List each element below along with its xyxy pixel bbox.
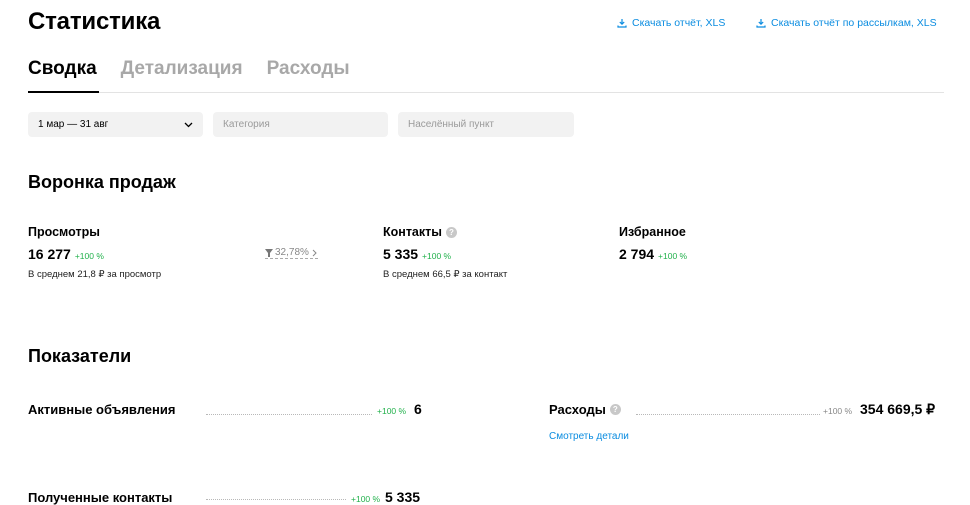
page-title: Статистика	[28, 8, 161, 35]
active-tab-indicator	[28, 91, 99, 93]
favorites-label: Избранное	[619, 225, 686, 239]
period-select[interactable]: 1 мар — 31 авг	[28, 112, 203, 137]
active-ads-label: Активные объявления	[28, 402, 176, 417]
funnel-icon	[265, 248, 273, 257]
view-details-link[interactable]: Смотреть детали	[549, 431, 629, 442]
funnel-title: Воронка продаж	[28, 172, 176, 192]
download-report-link[interactable]: Скачать отчёт, XLS	[617, 17, 725, 29]
views-change: +100 %	[74, 251, 104, 261]
favorites-value: 2 794	[619, 246, 655, 262]
expenses-change: +100 %	[823, 406, 853, 416]
tabs-divider	[28, 92, 944, 93]
views-average: В среднем 21,8 ₽ за просмотр	[28, 269, 162, 280]
locality-input[interactable]: Населённый пункт	[398, 112, 574, 137]
tab-expenses[interactable]: Расходы	[267, 58, 350, 80]
chevron-right-icon	[312, 249, 317, 256]
download-mailing-report-label: Скачать отчёт по рассылкам, XLS	[771, 17, 937, 29]
dotted-leader	[636, 414, 820, 415]
contacts-average: В среднем 66,5 ₽ за контакт	[383, 269, 508, 280]
active-ads-change: +100 %	[377, 406, 407, 416]
download-report-label: Скачать отчёт, XLS	[632, 17, 726, 29]
help-icon[interactable]: ?	[609, 404, 621, 415]
dotted-leader	[206, 414, 372, 415]
contacts-value-row: 5 335 +100 %	[383, 246, 451, 262]
favorites-change: +100 %	[658, 251, 688, 261]
tab-summary[interactable]: Сводка	[28, 58, 97, 80]
tab-details[interactable]: Детализация	[121, 58, 243, 80]
views-value-row: 16 277 +100 %	[28, 246, 104, 262]
expenses-label: Расходы	[549, 402, 606, 417]
period-select-value: 1 мар — 31 авг	[38, 119, 109, 130]
contacts-label: Контакты	[383, 225, 442, 239]
download-mailing-report-link[interactable]: Скачать отчёт по рассылкам, XLS	[756, 17, 937, 29]
category-input[interactable]: Категория	[213, 112, 388, 137]
chevron-down-icon	[184, 122, 193, 127]
expenses-value: 354 669,5 ₽	[860, 401, 936, 417]
received-contacts-value: 5 335	[385, 489, 421, 505]
contacts-change: +100 %	[422, 251, 452, 261]
contacts-value: 5 335	[383, 246, 419, 262]
active-ads-value: 6	[414, 401, 422, 417]
received-contacts-label: Полученные контакты	[28, 490, 173, 505]
download-icon	[756, 19, 766, 28]
conversion-value: 32,78%	[275, 247, 309, 258]
conversion-link[interactable]: 32,78%	[265, 247, 318, 259]
received-contacts-change: +100 %	[351, 494, 381, 504]
indicators-title: Показатели	[28, 346, 132, 366]
download-icon	[617, 19, 627, 28]
views-value: 16 277	[28, 246, 71, 262]
expenses-label-row: Расходы ?	[549, 402, 621, 417]
help-icon[interactable]: ?	[445, 226, 457, 238]
favorites-value-row: 2 794 +100 %	[619, 246, 687, 262]
views-label: Просмотры	[28, 225, 100, 239]
contacts-label-row: Контакты ?	[383, 225, 457, 239]
tabs: Сводка Детализация Расходы	[28, 58, 374, 80]
